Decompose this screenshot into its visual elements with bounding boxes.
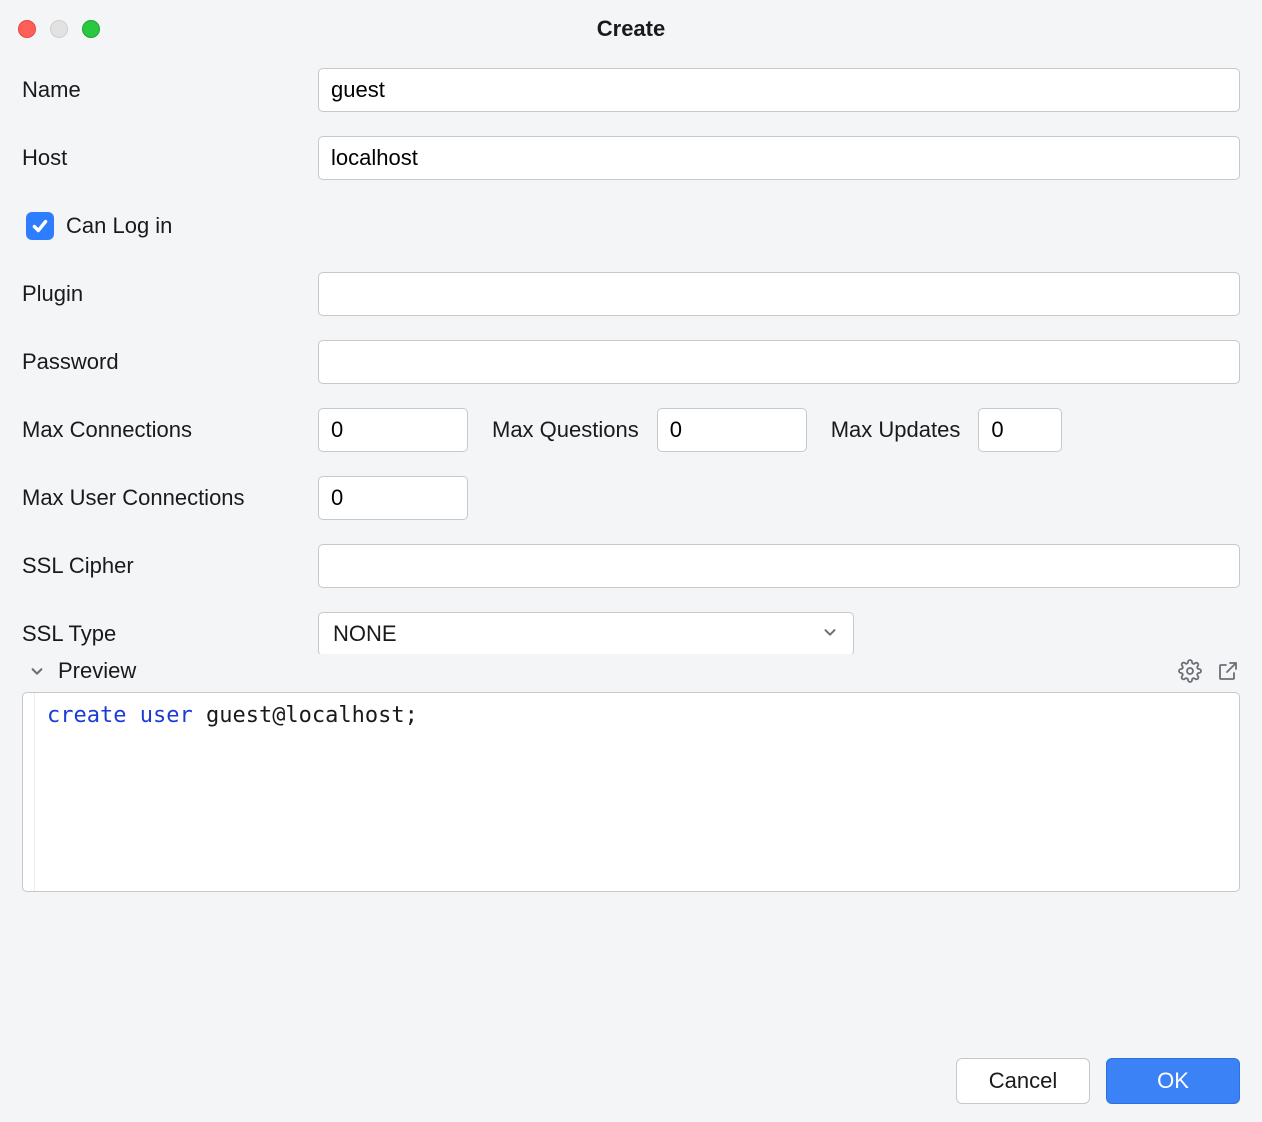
max-connections-input[interactable] xyxy=(318,408,468,452)
max-user-connections-input[interactable] xyxy=(318,476,468,520)
cancel-button[interactable]: Cancel xyxy=(956,1058,1090,1104)
max-updates-label: Max Updates xyxy=(831,417,961,443)
ok-button[interactable]: OK xyxy=(1106,1058,1240,1104)
max-connections-label: Max Connections xyxy=(22,417,318,443)
ssl-cipher-input[interactable] xyxy=(318,544,1240,588)
open-external-icon[interactable] xyxy=(1216,659,1240,683)
preview-collapse-toggle[interactable] xyxy=(22,664,52,678)
host-input[interactable] xyxy=(318,136,1240,180)
plugin-label: Plugin xyxy=(22,281,318,307)
max-questions-label: Max Questions xyxy=(492,417,639,443)
name-label: Name xyxy=(22,77,318,103)
window-title: Create xyxy=(0,16,1262,42)
host-label: Host xyxy=(22,145,318,171)
sql-preview[interactable]: create user guest@localhost; xyxy=(22,692,1240,892)
name-input[interactable] xyxy=(318,68,1240,112)
ssl-cipher-label: SSL Cipher xyxy=(22,553,318,579)
ssl-type-label: SSL Type xyxy=(22,621,318,647)
chevron-down-icon xyxy=(821,621,839,647)
can-log-in-label: Can Log in xyxy=(66,213,172,239)
gear-icon[interactable] xyxy=(1178,659,1202,683)
ssl-type-select[interactable]: NONE xyxy=(318,612,854,654)
can-log-in-checkbox[interactable] xyxy=(26,212,54,240)
password-input[interactable] xyxy=(318,340,1240,384)
ssl-type-value: NONE xyxy=(333,621,397,647)
plugin-input[interactable] xyxy=(318,272,1240,316)
max-questions-input[interactable] xyxy=(657,408,807,452)
password-label: Password xyxy=(22,349,318,375)
sql-preview-code: create user guest@localhost; xyxy=(35,693,1239,891)
preview-title: Preview xyxy=(58,658,1178,684)
max-user-connections-label: Max User Connections xyxy=(22,485,318,511)
max-updates-input[interactable] xyxy=(978,408,1062,452)
preview-gutter xyxy=(23,693,35,891)
